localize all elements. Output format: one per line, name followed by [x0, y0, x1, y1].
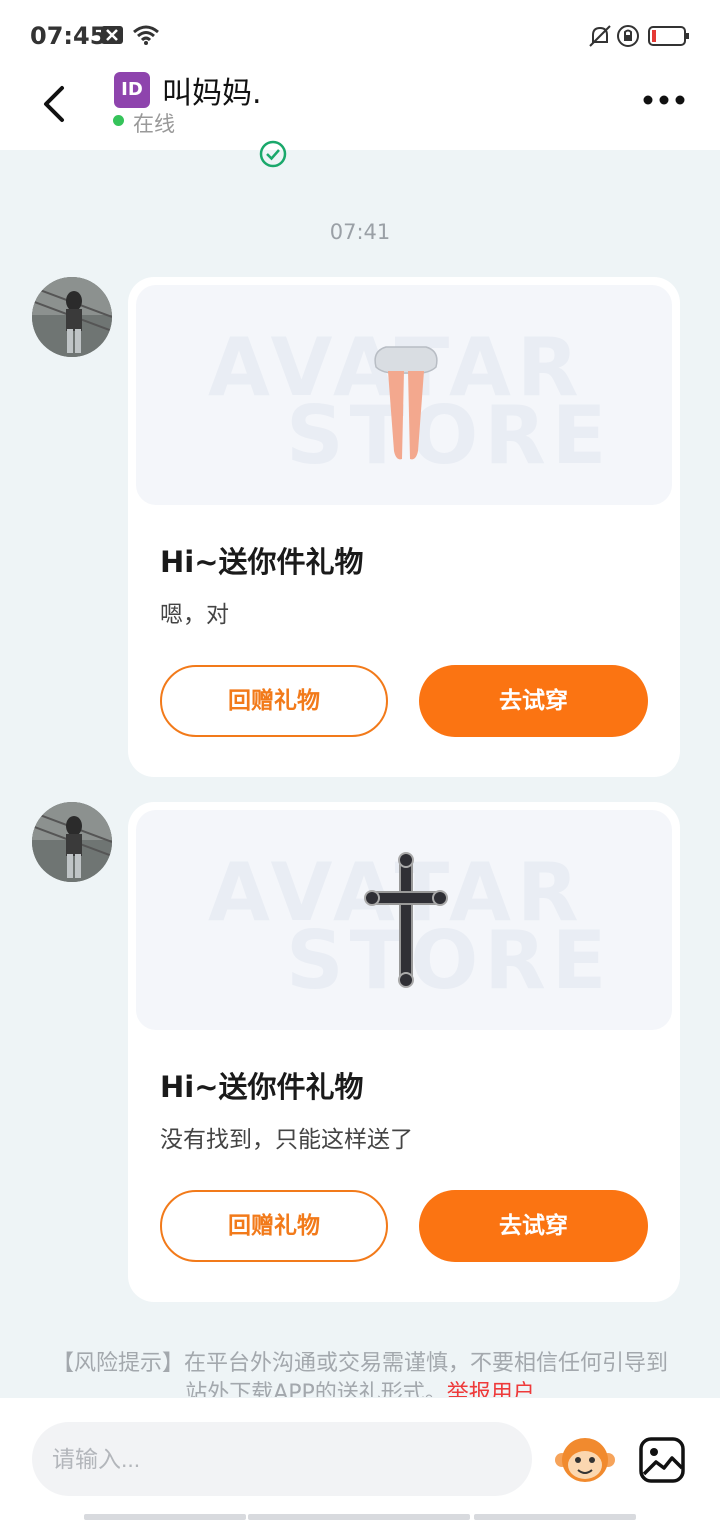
card-title: Hi~送你件礼物 — [160, 545, 364, 579]
more-options-icon[interactable] — [640, 88, 688, 112]
return-gift-button[interactable]: 回赠礼物 — [160, 665, 388, 737]
mute-bell-icon — [589, 25, 611, 47]
bottom-tab-indicator — [84, 1514, 246, 1520]
id-badge: ID — [114, 72, 150, 108]
card-title: Hi~送你件礼物 — [160, 1070, 364, 1104]
gift-card: AVATAR STORE Hi~送你件礼物 嗯，对 回赠礼物 去试穿 — [128, 277, 680, 777]
gift-image[interactable]: AVATAR STORE — [136, 810, 672, 1030]
contact-name[interactable]: 叫妈妈. — [162, 68, 262, 112]
chat-header: ID 叫妈妈. 在线 — [0, 72, 720, 150]
return-gift-button[interactable]: 回赠礼物 — [160, 1190, 388, 1262]
status-time: 07:45 — [30, 22, 107, 50]
try-on-button[interactable]: 去试穿 — [419, 1190, 648, 1262]
watermark-bottom: STORE — [286, 914, 613, 1007]
sender-avatar[interactable] — [32, 277, 112, 357]
skirt-legs-icon — [374, 346, 438, 460]
gift-card: AVATAR STORE Hi~送你件礼物 没有找到，只能这样送了 回赠礼物 去… — [128, 802, 680, 1302]
chat-timestamp: 07:41 — [329, 220, 391, 244]
watermark-bottom: STORE — [286, 389, 613, 482]
rotation-lock-icon — [617, 25, 639, 47]
battery-icon — [648, 26, 689, 46]
cross-necklace-icon — [364, 852, 448, 988]
card-message: 嗯，对 — [160, 602, 229, 628]
notification-x-icon — [101, 26, 123, 44]
card-message: 没有找到，只能这样送了 — [160, 1127, 413, 1153]
bottom-tab-indicator — [248, 1514, 470, 1520]
status-bar: 07:45 — [0, 0, 720, 72]
wifi-icon — [133, 25, 159, 45]
report-user-link[interactable]: 举报用户 — [447, 1381, 535, 1397]
try-on-button[interactable]: 去试穿 — [419, 665, 648, 737]
avatar-photo — [32, 277, 112, 357]
online-status-text: 在线 — [133, 112, 175, 136]
input-bar — [0, 1398, 720, 1520]
message-input[interactable] — [32, 1422, 532, 1496]
online-status-dot — [113, 115, 124, 126]
risk-notice-text: 【风险提示】在平台外沟通或交易需谨慎，不要相信任何引导到站外下载APP的送礼形式… — [51, 1351, 668, 1397]
avatar-photo — [32, 802, 112, 882]
monkey-sticker-icon[interactable] — [554, 1434, 616, 1486]
risk-notice: 【风险提示】在平台外沟通或交易需谨慎，不要相信任何引导到站外下载APP的送礼形式… — [50, 1349, 670, 1397]
gift-image[interactable]: AVATAR STORE — [136, 285, 672, 505]
back-icon[interactable] — [36, 80, 76, 126]
check-circle-icon — [259, 140, 287, 168]
image-picker-icon[interactable] — [638, 1436, 686, 1484]
sender-avatar[interactable] — [32, 802, 112, 882]
bottom-tab-indicator — [474, 1514, 636, 1520]
